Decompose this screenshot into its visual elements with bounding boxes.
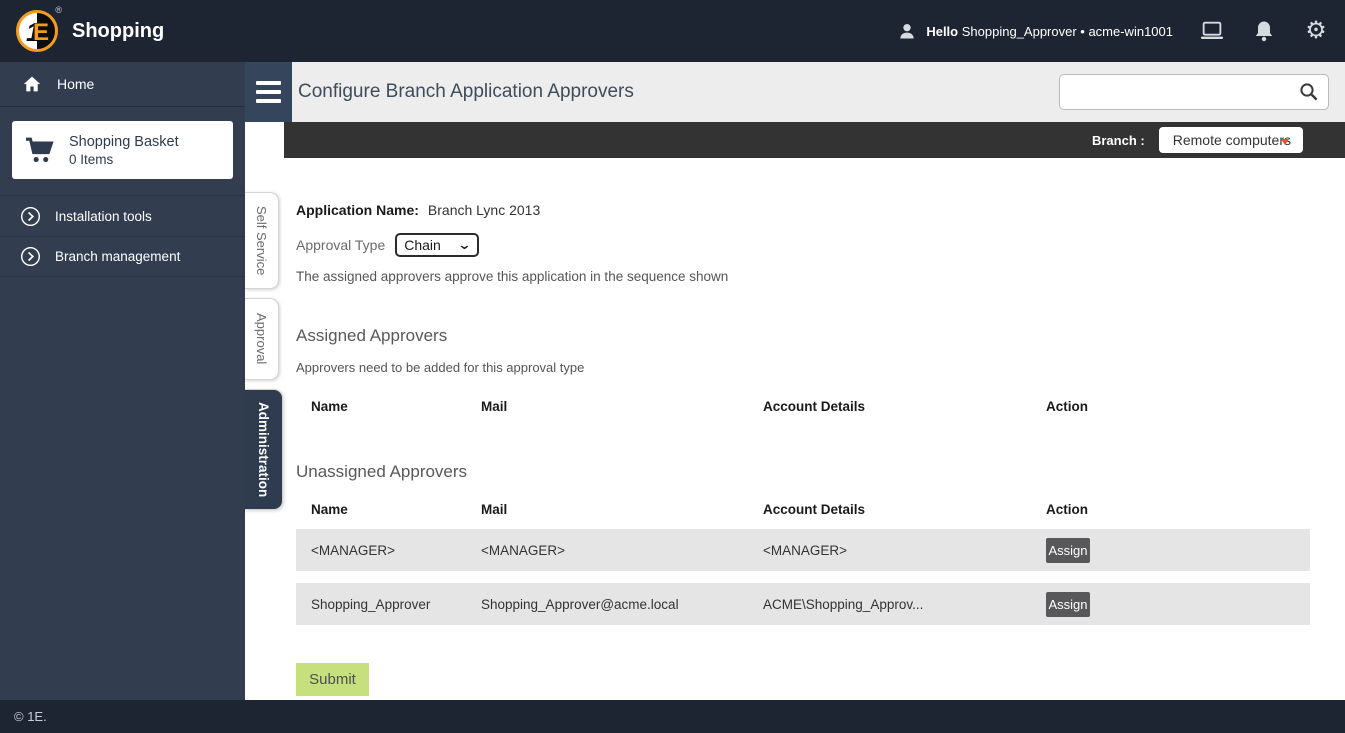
- tab-strip: Self Service Approval Administration: [245, 62, 284, 700]
- sidebar-item-label: Branch management: [55, 249, 180, 264]
- column-header-mail: Mail: [481, 502, 763, 517]
- column-header-action: Action: [1046, 399, 1310, 414]
- shopping-cart-icon: [24, 136, 56, 164]
- approval-type-value: Chain: [404, 237, 441, 253]
- tab-self-service[interactable]: Self Service: [245, 192, 279, 289]
- greeting-user: Shopping_Approver • acme-win1001: [962, 24, 1173, 39]
- sidebar-home-label: Home: [57, 76, 94, 92]
- chevron-down-icon: ⌄: [458, 237, 472, 253]
- tab-approval[interactable]: Approval: [245, 298, 279, 380]
- top-bar: 1 E ® Shopping Hello Shopping_Approver •…: [0, 0, 1345, 62]
- page-header: Configure Branch Application Approvers: [284, 62, 1345, 122]
- user-greeting: Hello Shopping_Approver • acme-win1001: [894, 19, 1173, 43]
- chevron-circle-icon: [20, 206, 41, 227]
- column-header-mail: Mail: [481, 399, 763, 414]
- search-input[interactable]: [1070, 77, 1298, 107]
- column-header-name: Name: [311, 502, 481, 517]
- application-name-label: Application Name:: [296, 202, 419, 218]
- cell-name: <MANAGER>: [311, 543, 481, 558]
- shopping-basket-card[interactable]: Shopping Basket 0 Items: [12, 121, 233, 179]
- search-icon[interactable]: [1298, 81, 1320, 103]
- cell-mail: <MANAGER>: [481, 543, 763, 558]
- approval-description: The assigned approvers approve this appl…: [296, 269, 1345, 284]
- column-header-account: Account Details: [763, 502, 1046, 517]
- settings-gear-icon[interactable]: ⚙: [1303, 19, 1329, 43]
- page-title: Configure Branch Application Approvers: [298, 81, 634, 103]
- dropdown-caret-icon: [1281, 139, 1289, 145]
- page-content: Application Name: Branch Lync 2013 Appro…: [284, 158, 1345, 696]
- sidebar-item-installation-tools[interactable]: Installation tools: [0, 195, 245, 236]
- main-area: Configure Branch Application Approvers B…: [284, 62, 1345, 700]
- branch-label: Branch :: [1092, 133, 1145, 148]
- assigned-table-header: Name Mail Account Details Action: [296, 399, 1310, 414]
- computer-icon[interactable]: [1199, 19, 1225, 43]
- cell-name: Shopping_Approver: [311, 597, 481, 612]
- assigned-approvers-note: Approvers need to be added for this appr…: [296, 360, 1345, 375]
- 1e-logo[interactable]: 1 E ®: [16, 10, 58, 52]
- chevron-circle-icon: [20, 246, 41, 267]
- notifications-bell-icon[interactable]: [1251, 19, 1277, 43]
- user-icon: [894, 19, 920, 43]
- assign-button[interactable]: Assign: [1046, 592, 1090, 617]
- sidebar-item-home[interactable]: Home: [0, 62, 245, 107]
- cell-account: ACME\Shopping_Approv...: [763, 597, 1046, 612]
- cell-mail: Shopping_Approver@acme.local: [481, 597, 763, 612]
- column-header-account: Account Details: [763, 399, 1046, 414]
- branch-bar: Branch : Remote computers: [284, 122, 1345, 158]
- assign-button[interactable]: Assign: [1046, 538, 1090, 563]
- table-row: Shopping_Approver Shopping_Approver@acme…: [296, 583, 1310, 625]
- sidebar-item-label: Installation tools: [55, 209, 152, 224]
- application-name-value: Branch Lync 2013: [428, 202, 540, 218]
- copyright-text: © 1E.: [14, 709, 47, 724]
- unassigned-approvers-heading: Unassigned Approvers: [296, 462, 1345, 482]
- table-row: <MANAGER> <MANAGER> <MANAGER> Assign: [296, 529, 1310, 571]
- page-footer: © 1E.: [0, 700, 1345, 733]
- column-header-name: Name: [311, 399, 481, 414]
- sidebar-item-branch-management[interactable]: Branch management: [0, 236, 245, 277]
- sidebar: Home Shopping Basket 0 Items Installatio…: [0, 62, 245, 700]
- branch-selector-button[interactable]: Remote computers: [1159, 127, 1303, 153]
- tab-administration[interactable]: Administration: [245, 389, 283, 510]
- app-title: Shopping: [72, 20, 164, 43]
- approval-type-select[interactable]: Chain ⌄: [395, 233, 479, 257]
- unassigned-table-header: Name Mail Account Details Action: [296, 502, 1310, 517]
- registered-mark: ®: [55, 5, 62, 15]
- approval-type-label: Approval Type: [296, 237, 385, 253]
- logo-e: E: [33, 19, 49, 47]
- column-header-action: Action: [1046, 502, 1310, 517]
- basket-title: Shopping Basket: [69, 134, 179, 150]
- submit-button[interactable]: Submit: [296, 663, 369, 696]
- home-icon: [22, 75, 42, 93]
- search-box: [1059, 74, 1329, 110]
- menu-hamburger-icon[interactable]: [245, 62, 292, 122]
- greeting-hello: Hello: [926, 24, 958, 39]
- basket-count: 0 Items: [69, 152, 179, 167]
- assigned-approvers-heading: Assigned Approvers: [296, 326, 1345, 346]
- cell-account: <MANAGER>: [763, 543, 1046, 558]
